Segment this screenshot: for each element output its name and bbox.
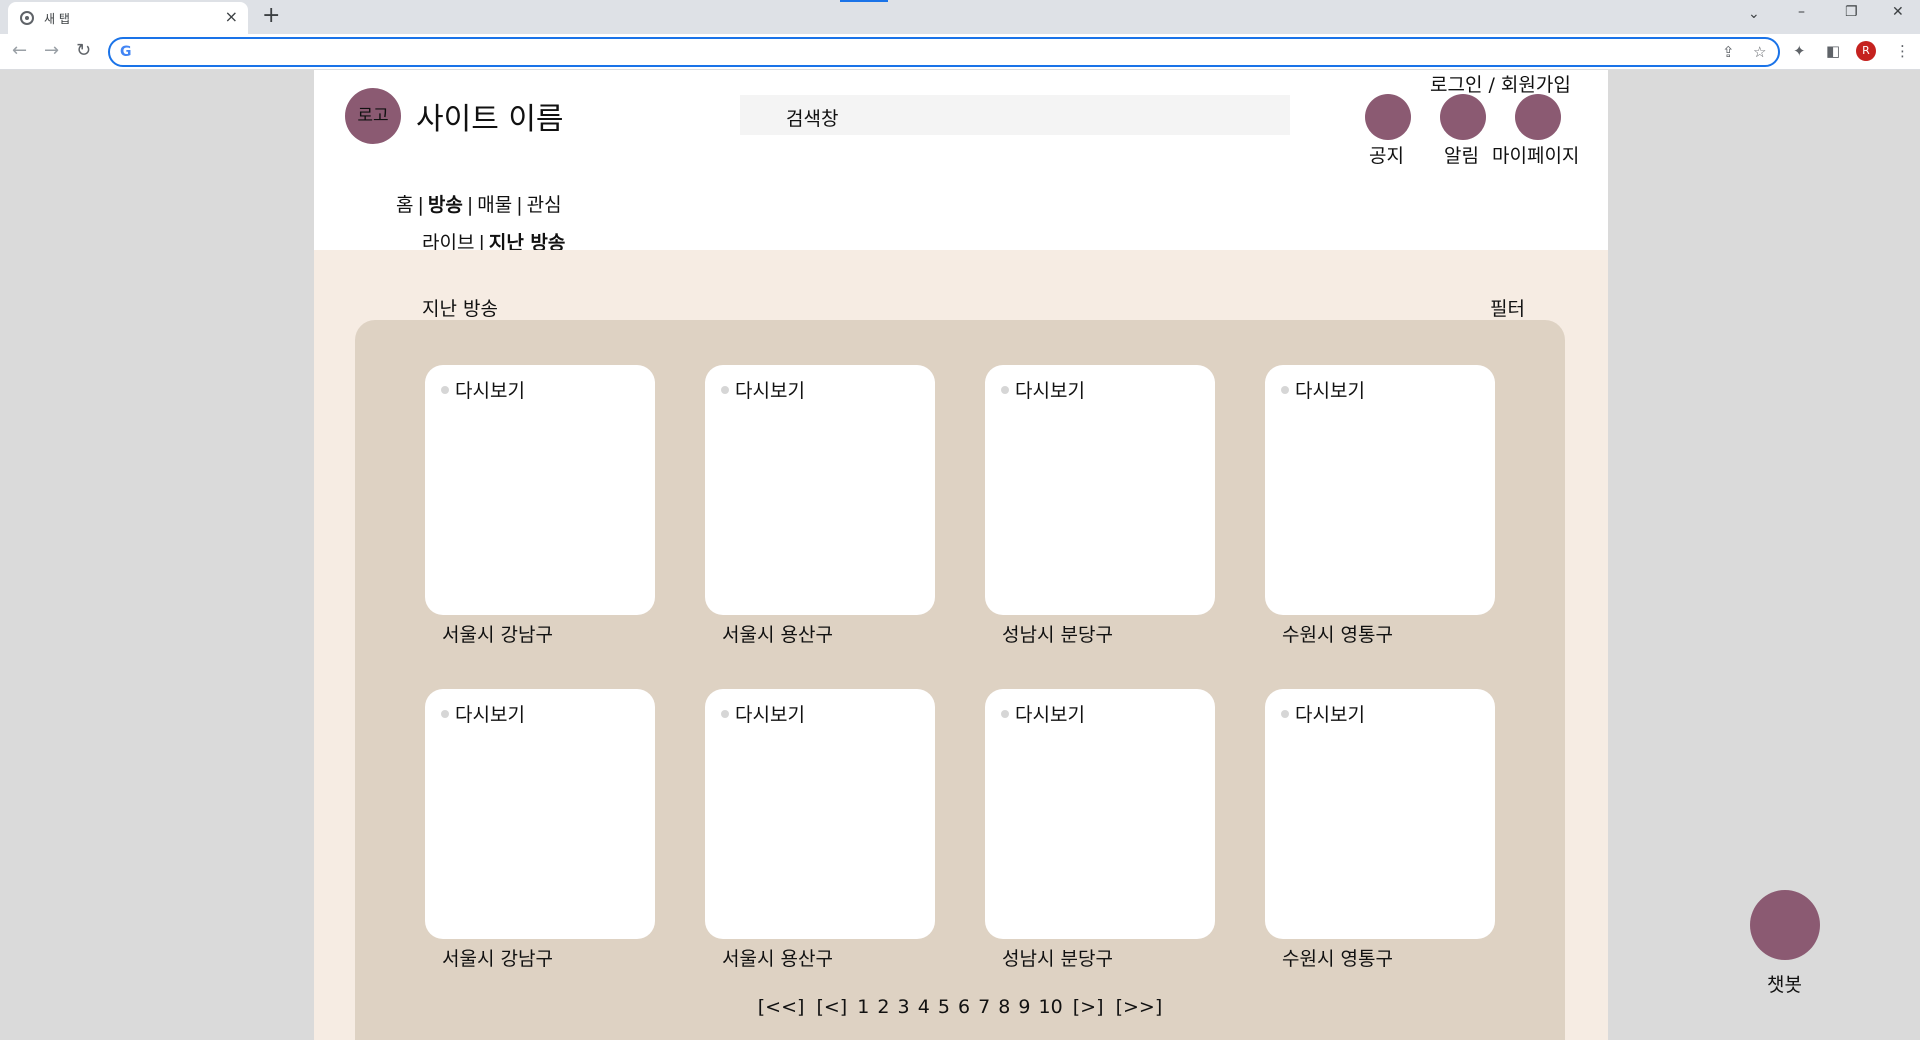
replay-badge: 다시보기 xyxy=(735,380,805,402)
status-dot-icon xyxy=(1281,386,1289,394)
card-location: 서울시 용산구 xyxy=(722,624,833,646)
card-location: 성남시 분당구 xyxy=(1002,948,1113,970)
page-number[interactable]: 2 xyxy=(877,996,889,1018)
new-tab-icon[interactable]: + xyxy=(262,5,280,27)
card-location: 수원시 영통구 xyxy=(1282,624,1393,646)
alarm-icon[interactable] xyxy=(1440,94,1486,140)
card-location: 서울시 강남구 xyxy=(442,624,553,646)
status-dot-icon xyxy=(1281,710,1289,718)
filter-button[interactable]: 필터 xyxy=(1490,294,1525,321)
tab-search-icon[interactable]: ⌄ xyxy=(1748,6,1760,22)
replay-badge: 다시보기 xyxy=(1015,380,1085,402)
reload-icon[interactable]: ↻ xyxy=(76,41,91,61)
replay-badge: 다시보기 xyxy=(735,704,805,726)
broadcast-card[interactable]: 다시보기 xyxy=(705,689,935,939)
card-location: 서울시 용산구 xyxy=(722,948,833,970)
content-area: 지난 방송 필터 다시보기 서울시 강남구 다시보기 서울시 용산구 다시보기 … xyxy=(314,250,1608,1040)
browser-tab[interactable]: 새 탭 × xyxy=(8,2,248,34)
address-bar[interactable]: G ⇪ ☆ xyxy=(108,37,1780,67)
page-number[interactable]: 3 xyxy=(898,996,910,1018)
chatbot-label: 챗봇 xyxy=(1767,974,1802,996)
menu-icon[interactable]: ⋮ xyxy=(1895,42,1910,60)
status-dot-icon xyxy=(1001,710,1009,718)
nav-interests[interactable]: 관심 xyxy=(527,194,562,216)
replay-badge: 다시보기 xyxy=(1295,380,1365,402)
back-arrow-icon[interactable]: ← xyxy=(12,41,27,61)
nav-listings[interactable]: 매물 xyxy=(477,194,512,216)
next-page-button[interactable]: [>] xyxy=(1073,996,1104,1018)
close-tab-icon[interactable]: × xyxy=(225,8,238,26)
card-location: 수원시 영통구 xyxy=(1282,948,1393,970)
page-number[interactable]: 10 xyxy=(1039,996,1063,1018)
broadcast-card[interactable]: 다시보기 xyxy=(1265,689,1495,939)
notice-icon[interactable] xyxy=(1365,94,1411,140)
status-dot-icon xyxy=(441,386,449,394)
pagination: [<<] [<] 1 2 3 4 5 6 7 8 9 10 [>] [>>] xyxy=(355,996,1565,1018)
main-nav: 홈 | 방송 | 매물 | 관심 xyxy=(396,190,562,217)
status-dot-icon xyxy=(721,710,729,718)
broadcast-card[interactable]: 다시보기 xyxy=(425,365,655,615)
replay-badge: 다시보기 xyxy=(1015,704,1085,726)
replay-badge: 다시보기 xyxy=(455,704,525,726)
card-location: 성남시 분당구 xyxy=(1002,624,1113,646)
browser-toolbar: ← → ↻ G ⇪ ☆ ✦ ◧ R ⋮ xyxy=(0,34,1920,70)
window-close-icon[interactable]: ✕ xyxy=(1892,4,1904,20)
broadcast-card[interactable]: 다시보기 xyxy=(985,689,1215,939)
alarm-label: 알림 xyxy=(1444,145,1479,167)
first-page-button[interactable]: [<<] xyxy=(758,996,805,1018)
section-title: 지난 방송 xyxy=(422,298,498,320)
chrome-icon xyxy=(20,11,34,25)
mypage-icon[interactable] xyxy=(1515,94,1561,140)
restore-icon[interactable]: ❐ xyxy=(1845,4,1858,20)
tab-title: 새 탭 xyxy=(44,12,70,26)
page-number[interactable]: 8 xyxy=(998,996,1010,1018)
search-placeholder: 검색창 xyxy=(786,108,839,130)
nav-separator: | xyxy=(466,194,474,216)
broadcast-card[interactable]: 다시보기 xyxy=(705,365,935,615)
last-page-button[interactable]: [>>] xyxy=(1116,996,1163,1018)
google-icon: G xyxy=(120,44,132,60)
chatbot-button[interactable] xyxy=(1750,890,1820,960)
nav-home[interactable]: 홈 xyxy=(396,194,413,216)
page-number[interactable]: 6 xyxy=(958,996,970,1018)
replay-badge: 다시보기 xyxy=(1295,704,1365,726)
broadcast-card[interactable]: 다시보기 xyxy=(425,689,655,939)
broadcast-grid: 다시보기 서울시 강남구 다시보기 서울시 용산구 다시보기 성남시 분당구 다… xyxy=(355,320,1565,1040)
forward-arrow-icon[interactable]: → xyxy=(44,41,59,61)
login-signup-link[interactable]: 로그인 / 회원가입 xyxy=(1430,70,1571,97)
mypage-label: 마이페이지 xyxy=(1492,145,1580,167)
page-number[interactable]: 7 xyxy=(978,996,990,1018)
status-dot-icon xyxy=(1001,386,1009,394)
notice-label: 공지 xyxy=(1369,145,1404,167)
share-icon[interactable]: ⇪ xyxy=(1722,43,1735,61)
prev-page-button[interactable]: [<] xyxy=(816,996,847,1018)
page-number[interactable]: 9 xyxy=(1018,996,1030,1018)
replay-badge: 다시보기 xyxy=(455,380,525,402)
nav-separator: | xyxy=(417,194,424,216)
search-input[interactable]: 검색창 xyxy=(740,95,1290,135)
nav-separator: | xyxy=(516,194,523,216)
broadcast-card[interactable]: 다시보기 xyxy=(1265,365,1495,615)
site-name[interactable]: 사이트 이름 xyxy=(416,94,564,138)
browser-tabbar: 새 탭 × + ⌄ – ❐ ✕ xyxy=(0,0,1920,34)
broadcast-card[interactable]: 다시보기 xyxy=(985,365,1215,615)
status-dot-icon xyxy=(441,710,449,718)
page: 로고 사이트 이름 검색창 로그인 / 회원가입 공지 알림 마이페이지 홈 | 방… xyxy=(314,70,1608,1040)
bookmark-star-icon[interactable]: ☆ xyxy=(1753,43,1766,61)
minimize-icon[interactable]: – xyxy=(1798,4,1805,20)
side-panel-icon[interactable]: ◧ xyxy=(1826,42,1840,60)
extensions-icon[interactable]: ✦ xyxy=(1793,42,1806,60)
status-dot-icon xyxy=(721,386,729,394)
tabbar-accent-line xyxy=(840,0,888,2)
page-number[interactable]: 1 xyxy=(857,996,869,1018)
nav-broadcast[interactable]: 방송 xyxy=(428,194,463,216)
page-number[interactable]: 5 xyxy=(938,996,950,1018)
page-number[interactable]: 4 xyxy=(918,996,930,1018)
card-location: 서울시 강남구 xyxy=(442,948,553,970)
profile-avatar[interactable]: R xyxy=(1856,41,1876,61)
logo[interactable]: 로고 xyxy=(345,88,401,144)
